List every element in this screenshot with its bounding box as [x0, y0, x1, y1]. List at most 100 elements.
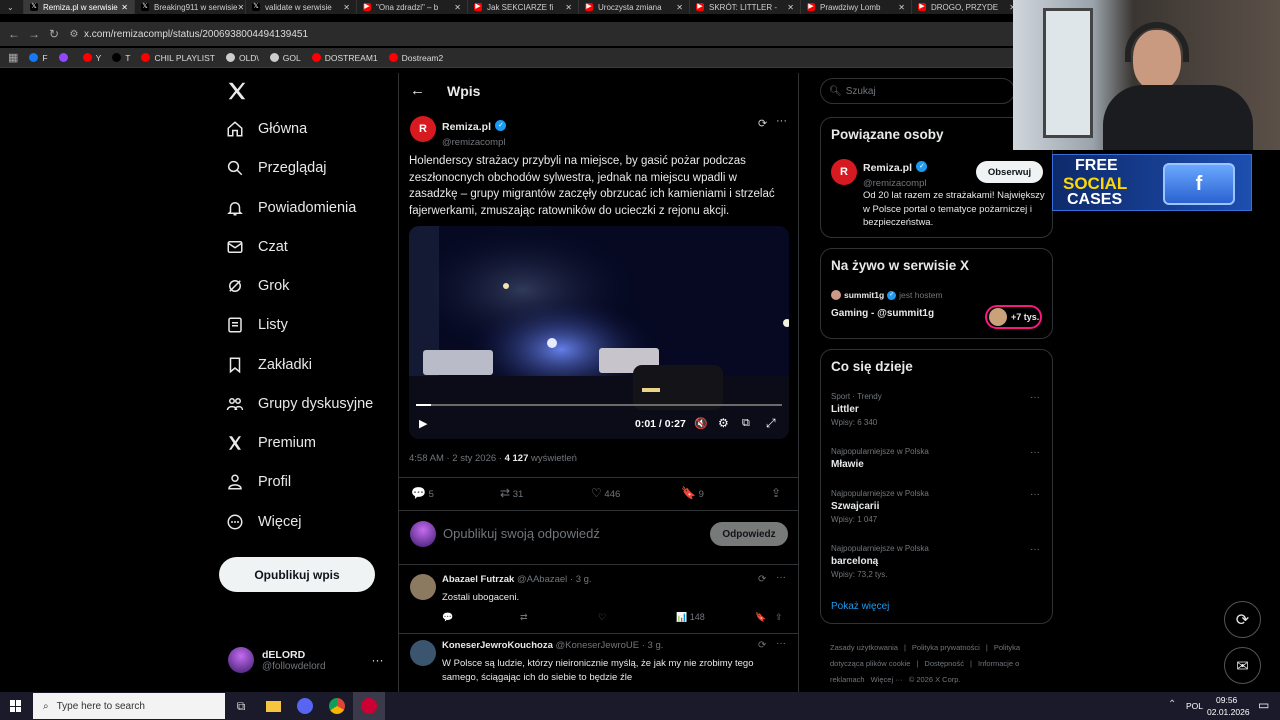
pip-icon[interactable]: ⧉: [742, 417, 750, 430]
more-icon[interactable]: ···: [372, 653, 384, 667]
browser-tab[interactable]: 𝕏validate w serwisie ✕: [246, 0, 357, 14]
reply-action[interactable]: 💬 5: [411, 486, 434, 500]
discord-icon[interactable]: [289, 692, 321, 720]
reply-author-name[interactable]: Abazael Futrzak: [442, 574, 514, 585]
video-progress-track[interactable]: [416, 404, 782, 406]
author-info[interactable]: Remiza.pl ✓ @remizacompl: [442, 117, 507, 148]
footer-link[interactable]: Polityka prywatności: [912, 643, 980, 652]
share-icon[interactable]: ⇪: [771, 486, 781, 500]
windows-start-icon[interactable]: [10, 700, 22, 712]
like-action[interactable]: ♡ 446: [591, 486, 620, 500]
search-input[interactable]: 🔍︎ Szukaj: [820, 78, 1015, 104]
close-icon[interactable]: ✕: [121, 3, 128, 12]
reply-more-icon[interactable]: ···: [776, 572, 786, 583]
share-icon[interactable]: ⇪: [775, 612, 783, 623]
bookmark-item[interactable]: [58, 53, 72, 62]
browser-tab[interactable]: 𝕏 Remiza.pl w serwisie ✕: [24, 0, 135, 14]
browser-tab[interactable]: ▶ SKRÓT: LITTLER - ✕: [690, 0, 801, 14]
grok-icon[interactable]: ⟳: [758, 640, 766, 651]
apps-icon[interactable]: ▦: [8, 51, 18, 64]
close-icon[interactable]: ✕: [898, 3, 905, 12]
browser-tab[interactable]: ▶ Prawdziwy Lomb ✕: [801, 0, 912, 14]
video-player[interactable]: ▶ 0:01 / 0:27 🔇 ⚙ ⧉ ⤢: [409, 226, 789, 439]
x-logo-icon[interactable]: [226, 80, 248, 102]
file-explorer-icon[interactable]: [257, 692, 289, 720]
bookmark-item[interactable]: T: [112, 53, 130, 63]
follow-button[interactable]: Obserwuj: [976, 161, 1043, 183]
reply-input[interactable]: Opublikuj swoją odpowiedź: [443, 526, 600, 541]
bookmark-icon[interactable]: 🔖: [755, 612, 766, 623]
nav-item-more-circle[interactable]: Więcej: [226, 513, 302, 531]
close-icon[interactable]: ✕: [343, 3, 350, 12]
trend-more-icon[interactable]: ···: [1030, 392, 1040, 403]
bookmark-item[interactable]: GOL: [269, 53, 301, 63]
close-icon[interactable]: ✕: [454, 3, 461, 12]
nav-item-mail[interactable]: Czat: [226, 238, 288, 256]
reload-icon[interactable]: ↻: [44, 27, 64, 41]
reply-more-icon[interactable]: ···: [776, 638, 786, 649]
bookmark-item[interactable]: Dostream2: [388, 53, 443, 63]
browser-tab[interactable]: ▶DROGO, PRZYDE✕: [912, 0, 1023, 14]
nav-item-grok[interactable]: Grok: [226, 277, 289, 295]
messages-fab[interactable]: ✉: [1224, 647, 1261, 684]
tray-chevron-icon[interactable]: ⌃: [1168, 699, 1176, 710]
tab-list-button[interactable]: ⌄: [0, 0, 24, 14]
browser-tab[interactable]: ▶ Uroczysta zmiana ✕: [579, 0, 690, 14]
bookmark-item[interactable]: OLD\: [225, 53, 259, 63]
footer-link[interactable]: Dostępność: [924, 659, 964, 668]
browser-tab[interactable]: ▶ Jak SEKCIARZE fi ✕: [468, 0, 579, 14]
nav-item-x[interactable]: Premium: [226, 434, 316, 452]
listeners-badge[interactable]: +7 tys.: [985, 305, 1042, 329]
bookmark-item[interactable]: CHIL PLAYLIST: [141, 53, 215, 63]
bookmark-item[interactable]: F: [29, 53, 48, 63]
nav-item-home[interactable]: Główna: [226, 120, 307, 138]
live-host[interactable]: summit1g ✓ jest hostem: [831, 290, 943, 300]
post-more-icon[interactable]: ···: [776, 115, 787, 127]
close-icon[interactable]: ✕: [237, 3, 244, 12]
account-switcher[interactable]: dELORD @followdelord ···: [228, 647, 384, 673]
trend-item[interactable]: Najpopularniejsze w Polska Szwajcarii Wpis…: [831, 489, 1046, 524]
repost-icon[interactable]: ⇄: [520, 612, 528, 623]
settings-icon[interactable]: ⚙: [718, 416, 729, 430]
author-avatar[interactable]: R: [410, 116, 436, 142]
grok-fab[interactable]: ⟳: [1224, 601, 1261, 638]
reply-icon[interactable]: 💬: [442, 612, 453, 623]
close-icon[interactable]: ✕: [787, 3, 794, 12]
reply-button[interactable]: Odpowiedz: [710, 522, 788, 546]
post-timestamp[interactable]: 4:58 AM · 2 sty 2026 ·: [409, 453, 505, 464]
footer-link[interactable]: Więcej ···: [871, 675, 903, 684]
grok-icon[interactable]: ⟳: [758, 117, 767, 130]
mute-icon[interactable]: 🔇: [694, 417, 708, 430]
grok-icon[interactable]: ⟳: [758, 574, 766, 585]
reply-author-avatar[interactable]: [410, 574, 436, 600]
footer-link[interactable]: © 2026 X Corp.: [909, 675, 961, 684]
chrome-icon[interactable]: [321, 692, 353, 720]
nav-item-people[interactable]: Grupy dyskusyjne: [226, 395, 373, 413]
post-button[interactable]: Opublikuj wpis: [219, 557, 375, 592]
site-info-icon[interactable]: ⚙: [64, 29, 84, 40]
related-avatar[interactable]: R: [831, 159, 857, 185]
reply-post[interactable]: KoneserJewroKouchoza @KoneserJewroUE · 3…: [399, 638, 798, 698]
url-field[interactable]: x.com/remizacompl/status/200693800449413…: [84, 29, 308, 40]
footer-link[interactable]: Zasady użytkowania: [830, 643, 898, 652]
fullscreen-icon[interactable]: ⤢: [766, 416, 776, 431]
views-action[interactable]: 📊 148: [676, 612, 705, 623]
free-social-cases-banner[interactable]: FREE SOCIAL CASES f: [1052, 154, 1252, 211]
app-icon[interactable]: [353, 692, 385, 720]
bookmark-item[interactable]: DOSTREAM1: [311, 53, 378, 63]
nav-item-bookmark[interactable]: Zakładki: [226, 356, 312, 374]
heart-icon[interactable]: ♡: [598, 612, 606, 623]
play-icon[interactable]: ▶: [419, 417, 427, 430]
clock-date[interactable]: 02.01.2026: [1207, 707, 1250, 717]
browser-tab[interactable]: 𝕏 Breaking911 w serwisie ✕: [135, 0, 246, 14]
nav-item-bell[interactable]: Powiadomienia: [226, 199, 356, 217]
back-icon[interactable]: ←: [4, 27, 24, 41]
close-icon[interactable]: ✕: [565, 3, 572, 12]
clock-time[interactable]: 09:56: [1216, 695, 1237, 705]
bookmark-item[interactable]: Y: [82, 53, 101, 63]
reply-author-avatar[interactable]: [410, 640, 436, 666]
bookmark-action[interactable]: 🔖 9: [681, 486, 704, 500]
reply-post[interactable]: Abazael Futrzak @AAbazael · 3 g. ⟳ ··· Zost…: [399, 572, 798, 634]
notifications-icon[interactable]: ▭: [1258, 698, 1269, 712]
nav-item-list[interactable]: Listy: [226, 316, 288, 334]
